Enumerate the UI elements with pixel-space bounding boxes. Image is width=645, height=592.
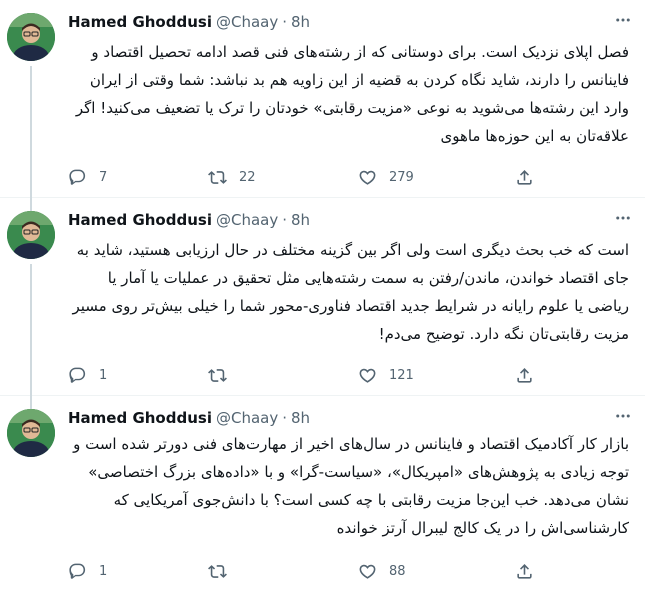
- like-button[interactable]: 88: [358, 559, 406, 583]
- like-count: 88: [389, 563, 406, 579]
- reply-button[interactable]: 1: [68, 559, 107, 583]
- reply-count: 1: [99, 563, 108, 579]
- author-handle[interactable]: @Chaay: [216, 409, 278, 427]
- tweet-thread: Hamed Ghoddusi @Chaay · 8h فصل اپلای نزدیک …: [0, 0, 645, 592]
- separator: ·: [282, 13, 287, 31]
- avatar[interactable]: [7, 409, 55, 457]
- share-button[interactable]: [515, 363, 534, 387]
- tweet-text: فصل اپلای نزدیک است. برای دوستانی که از …: [75, 43, 629, 145]
- thread-line: [30, 66, 32, 206]
- reply-icon: [69, 563, 86, 579]
- tweet[interactable]: Hamed Ghoddusi @Chaay · 8h بازار کار آکادمی…: [0, 396, 645, 592]
- reply-icon: [69, 367, 86, 383]
- retweet-icon: [208, 170, 227, 184]
- tweet-text: بازار کار آکادمیک اقتصاد و فاینانس در سا…: [73, 435, 629, 537]
- share-icon: [517, 169, 532, 185]
- reply-count: 1: [99, 367, 108, 383]
- retweet-count: 22: [239, 169, 256, 185]
- share-icon: [517, 367, 532, 383]
- separator: ·: [282, 211, 287, 229]
- more-icon[interactable]: [611, 208, 635, 228]
- tweet-header: Hamed Ghoddusi @Chaay · 8h: [68, 210, 310, 230]
- retweet-icon: [208, 368, 227, 382]
- thread-line: [30, 264, 32, 404]
- separator: ·: [282, 409, 287, 427]
- tweet[interactable]: Hamed Ghoddusi @Chaay · 8h فصل اپلای نزدیک …: [0, 0, 645, 206]
- like-count: 279: [389, 169, 414, 185]
- more-icon[interactable]: [611, 10, 635, 30]
- tweet-text: است که خب بحث دیگری است ولی اگر بین گزین…: [72, 241, 629, 343]
- share-button[interactable]: [515, 559, 534, 583]
- timestamp[interactable]: 8h: [291, 409, 310, 427]
- avatar[interactable]: [7, 13, 55, 61]
- share-icon: [517, 563, 532, 579]
- reply-icon: [69, 169, 86, 185]
- tweet-actions: 1 88: [68, 559, 548, 583]
- thread-line: [30, 198, 32, 211]
- reply-button[interactable]: 1: [68, 363, 107, 387]
- author-name[interactable]: Hamed Ghoddusi: [68, 409, 212, 427]
- retweet-icon: [208, 564, 227, 578]
- like-icon: [359, 170, 376, 185]
- author-handle[interactable]: @Chaay: [216, 211, 278, 229]
- tweet[interactable]: Hamed Ghoddusi @Chaay · 8h است که خب بحث دی…: [0, 198, 645, 404]
- tweet-actions: 7 22 279: [68, 165, 548, 189]
- like-button[interactable]: 279: [358, 165, 414, 189]
- more-icon[interactable]: [611, 406, 635, 426]
- tweet-actions: 1 121: [68, 363, 548, 387]
- like-icon: [359, 564, 376, 579]
- reply-button[interactable]: 7: [68, 165, 107, 189]
- like-icon: [359, 368, 376, 383]
- avatar[interactable]: [7, 211, 55, 259]
- retweet-button[interactable]: 22: [208, 165, 256, 189]
- timestamp[interactable]: 8h: [291, 211, 310, 229]
- reply-count: 7: [99, 169, 108, 185]
- share-button[interactable]: [515, 165, 534, 189]
- tweet-header: Hamed Ghoddusi @Chaay · 8h: [68, 408, 310, 428]
- timestamp[interactable]: 8h: [291, 13, 310, 31]
- thread-line: [30, 396, 32, 409]
- like-button[interactable]: 121: [358, 363, 414, 387]
- tweet-header: Hamed Ghoddusi @Chaay · 8h: [68, 12, 310, 32]
- retweet-button[interactable]: [208, 363, 239, 387]
- author-handle[interactable]: @Chaay: [216, 13, 278, 31]
- retweet-button[interactable]: [208, 559, 239, 583]
- like-count: 121: [389, 367, 414, 383]
- author-name[interactable]: Hamed Ghoddusi: [68, 13, 212, 31]
- author-name[interactable]: Hamed Ghoddusi: [68, 211, 212, 229]
